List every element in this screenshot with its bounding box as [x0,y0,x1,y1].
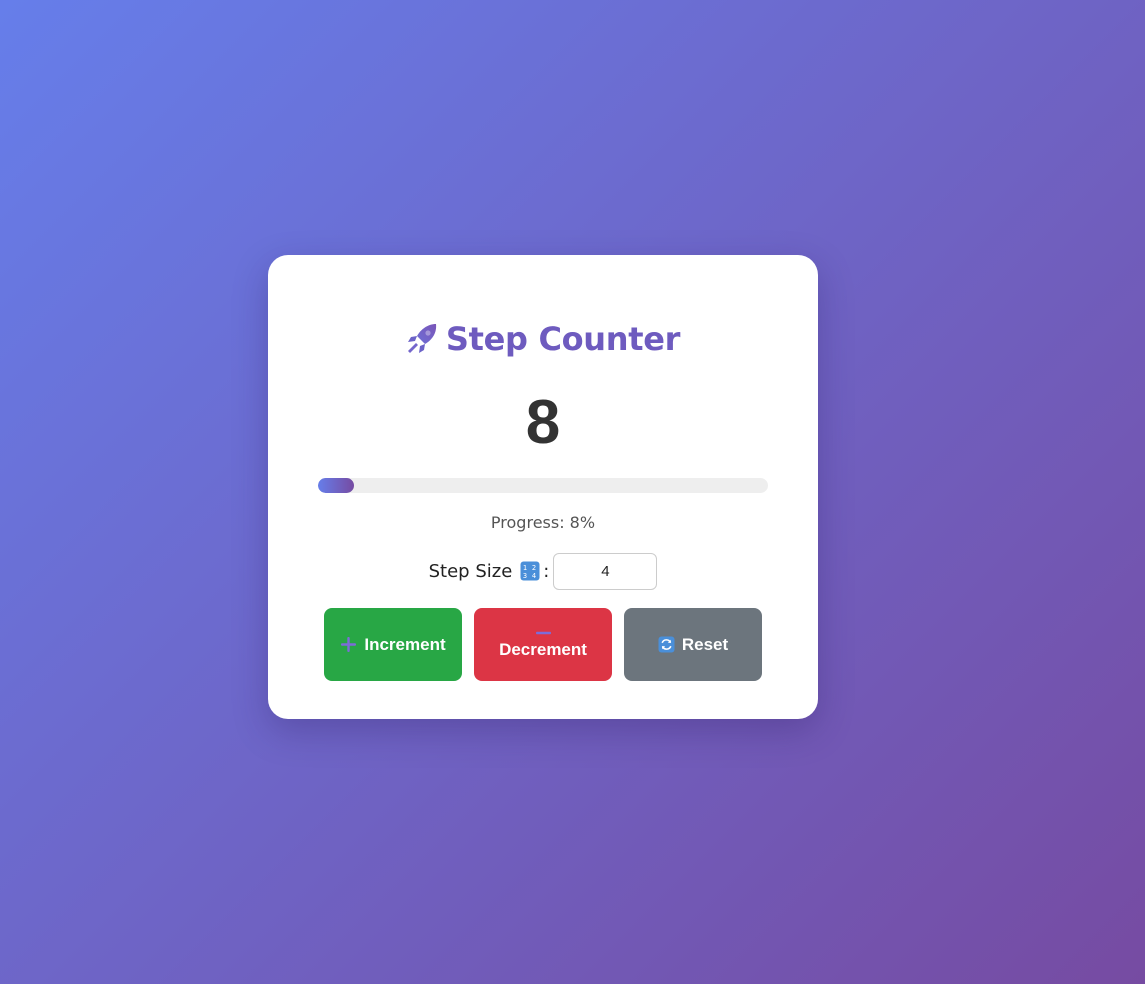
title-text: Step Counter [445,320,681,358]
step-size-row: Step Size 1 2 3 4 : [268,552,818,590]
counter-card: Step Counter 8 Progress: 8% Step Size 1 … [268,255,818,719]
plus-icon [341,637,357,652]
rocket-icon [407,324,436,353]
step-size-label: Step Size [428,560,513,582]
svg-text:2: 2 [532,564,536,572]
svg-text:4: 4 [532,572,536,580]
refresh-icon [658,636,675,653]
decrement-label: Decrement [499,639,587,659]
reset-button[interactable]: Reset [624,608,762,681]
increment-button[interactable]: Increment [324,608,462,681]
progress-bar-fill [318,478,354,493]
input-numbers-icon: 1 2 3 4 [520,561,540,581]
page-title: Step Counter [268,317,818,361]
step-size-input[interactable] [553,552,658,590]
increment-label: Increment [364,634,446,654]
reset-label: Reset [681,634,729,654]
svg-text:1: 1 [523,564,527,572]
svg-text:3: 3 [523,572,527,580]
button-group: Increment Decrement Reset [324,608,762,681]
decrement-button[interactable]: Decrement [474,608,612,681]
step-size-colon: : [543,560,550,582]
minus-icon [535,631,551,634]
counter-value: 8 [525,388,561,457]
progress-label: Progress: 8% [490,513,596,532]
progress-bar [318,478,768,493]
